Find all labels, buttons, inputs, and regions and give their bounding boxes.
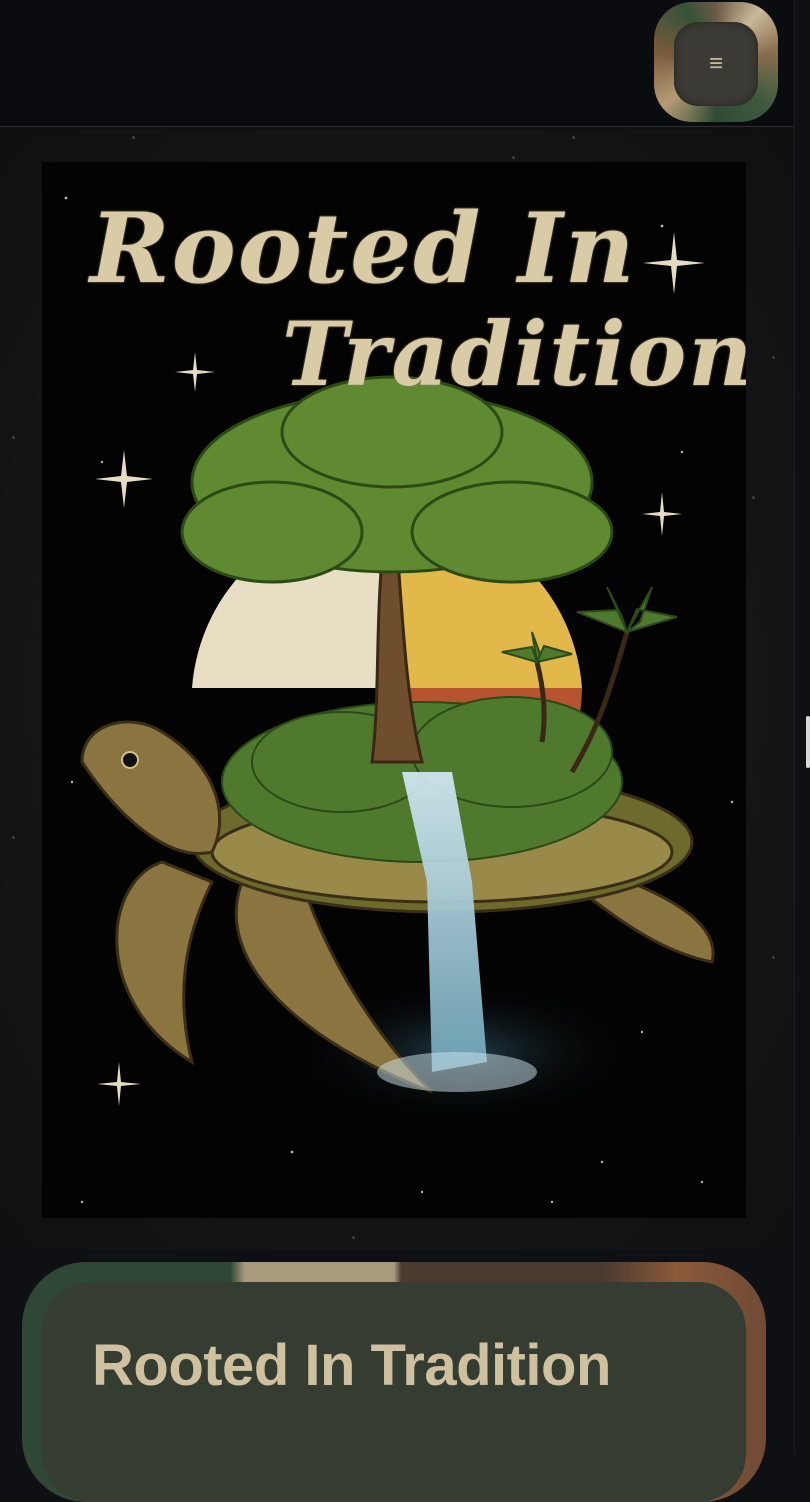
product-title: Rooted In Tradition <box>92 1333 611 1398</box>
poster-title-line-2: Tradition <box>282 302 746 406</box>
poster-title-line-1: Rooted In <box>90 192 637 305</box>
background-star <box>772 956 775 959</box>
background-star <box>352 1236 355 1239</box>
background-star <box>572 136 575 139</box>
background-star <box>752 496 755 499</box>
background-star <box>12 836 15 839</box>
tree-canopy <box>180 375 614 584</box>
background-star <box>512 156 515 159</box>
hamburger-menu-button[interactable]: ≡ <box>674 22 758 106</box>
hamburger-icon: ≡ <box>708 50 723 77</box>
background-star <box>132 136 135 139</box>
scrollbar-thumb[interactable] <box>806 716 810 768</box>
background-star <box>772 356 775 359</box>
background-star <box>12 436 15 439</box>
rooted-in-tradition-poster: Rooted In Tradition <box>42 162 746 1218</box>
